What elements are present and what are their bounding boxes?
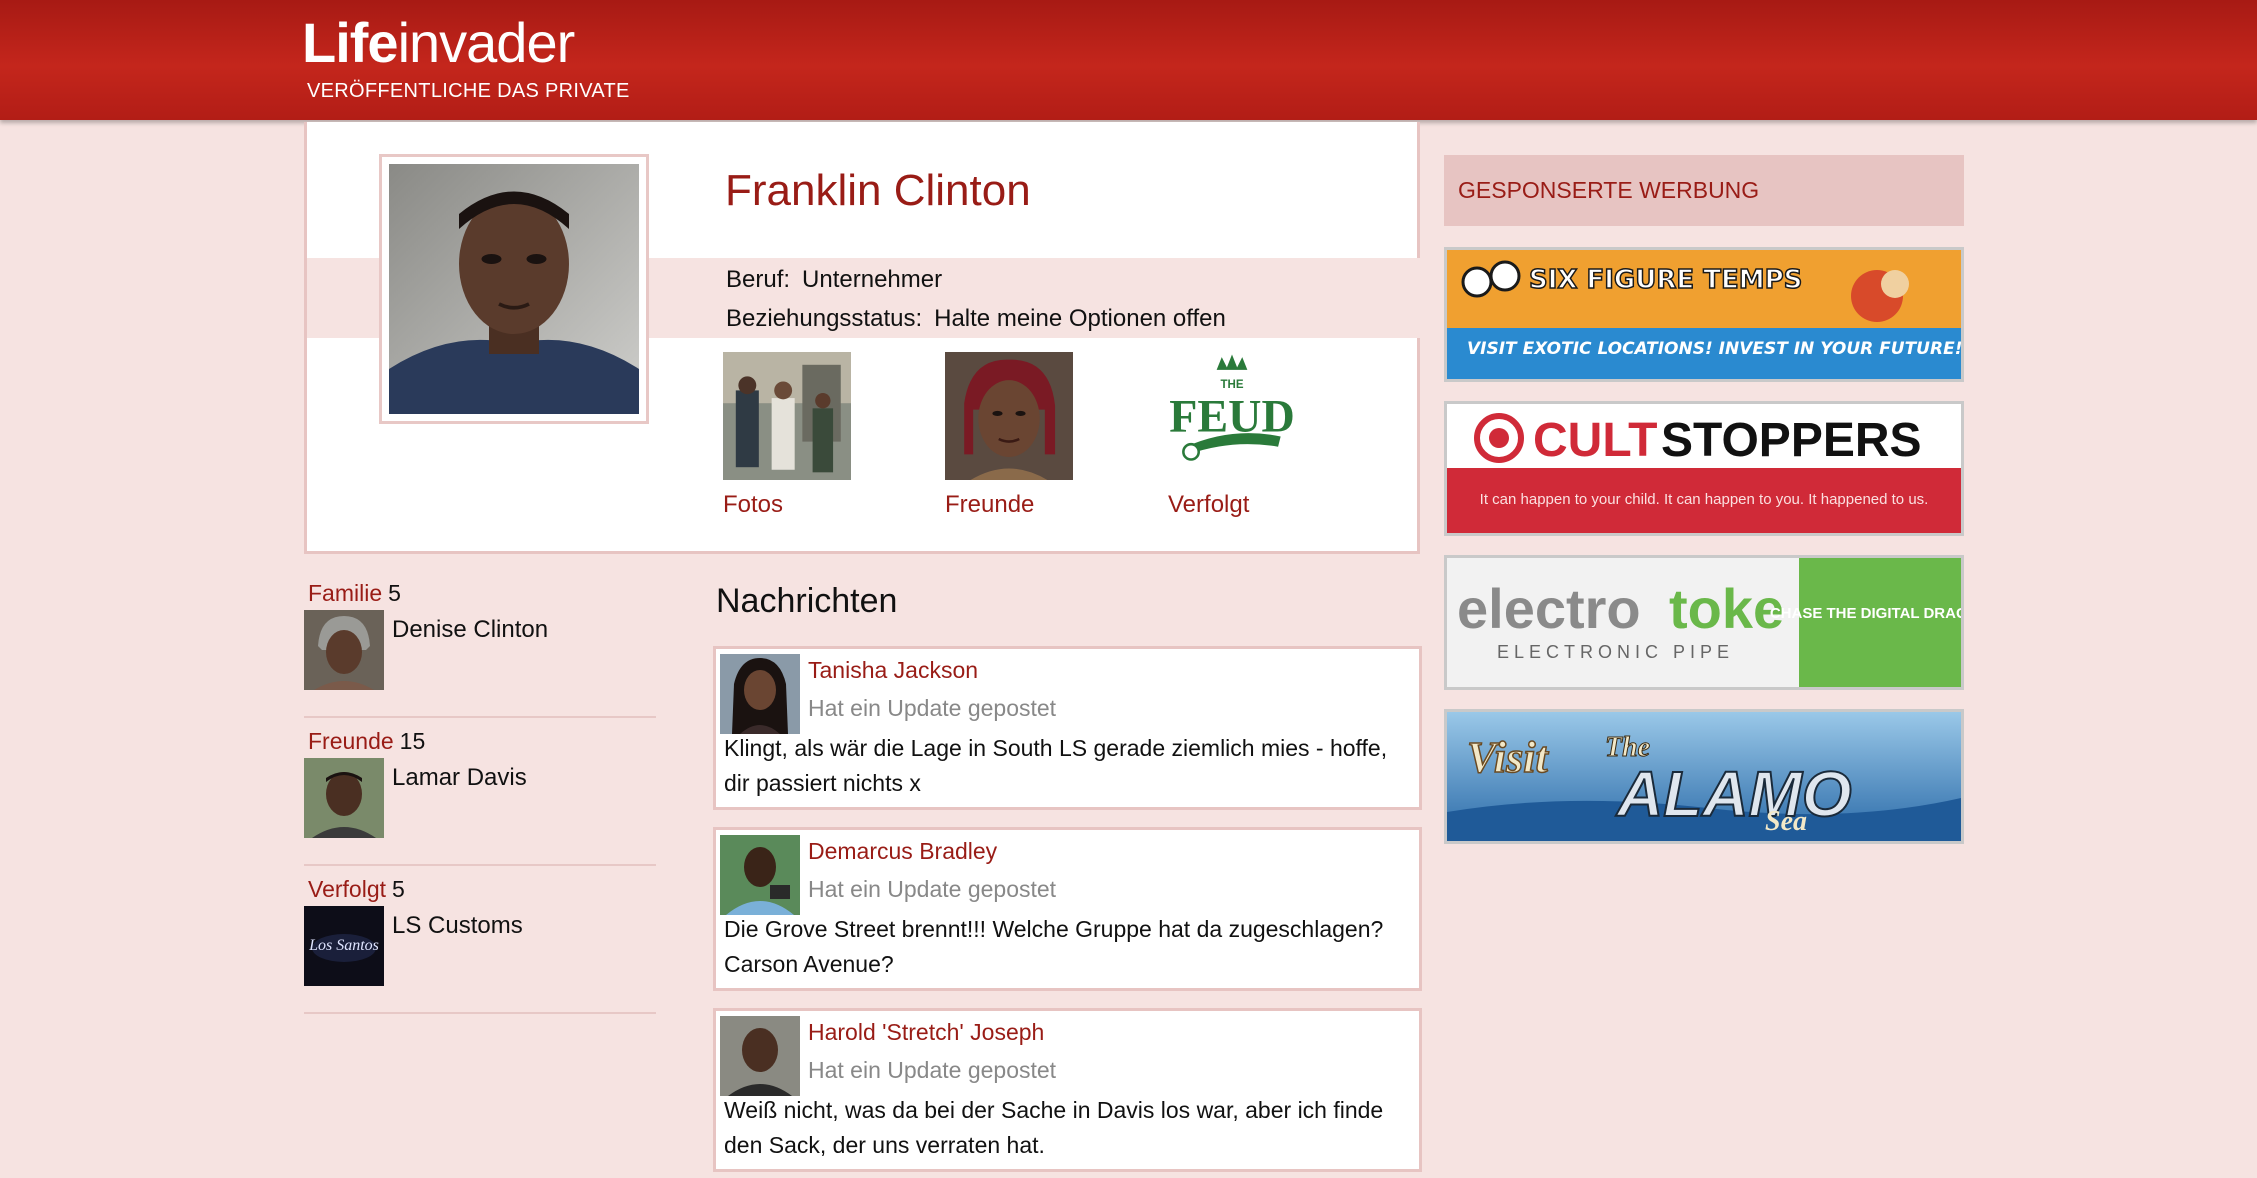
feud-baseball-logo: THE FEUD	[1168, 352, 1296, 480]
cultstoppers-banner: CULT STOPPERS It can happen to your chil…	[1447, 404, 1961, 533]
relationship-field: Beziehungsstatus: Halte meine Optionen of…	[726, 305, 1226, 333]
group-following-heading[interactable]: Verfolgt 5	[308, 876, 405, 903]
message-card: Tanisha Jackson Hat ein Update gepostet …	[713, 646, 1422, 810]
relationship-value: Halte meine Optionen offen	[934, 305, 1226, 332]
message-author[interactable]: Tanisha Jackson	[808, 657, 978, 684]
message-author[interactable]: Demarcus Bradley	[808, 838, 997, 865]
tagline: VERÖFFENTLICHE DAS PRIVATE	[307, 80, 630, 102]
group-friends: Freunde 15 Lamar Davis	[304, 718, 656, 866]
ad3-side: CHASE THE DIGITAL DRAGON	[1770, 605, 1961, 622]
ad1-line1: SIX FIGURE TEMPS	[1529, 265, 1802, 295]
demarcus-avatar[interactable]	[720, 835, 800, 915]
photos-thumbnail	[723, 352, 851, 480]
ad3-electro: electro	[1457, 577, 1641, 640]
message-card: Harold 'Stretch' Joseph Hat ein Update g…	[713, 1008, 1422, 1172]
member-ls-customs[interactable]: LS Customs	[392, 912, 523, 940]
friends-thumbnail	[945, 352, 1073, 480]
alamo-sea-banner: Visit The ALAMO Sea	[1447, 712, 1961, 841]
tile-friends-label: Freunde	[945, 491, 1035, 518]
message-subtitle: Hat ein Update gepostet	[808, 695, 1057, 721]
ad2-stoppers: STOPPERS	[1661, 414, 1922, 467]
ad2-cult: CULT	[1533, 414, 1657, 467]
message-text: Klingt, als wär die Lage in South LS ger…	[724, 735, 1388, 796]
stretch-avatar[interactable]	[720, 1016, 800, 1096]
top-bar: Lifeinvader VERÖFFENTLICHE DAS PRIVATE	[0, 0, 2257, 120]
message-author[interactable]: Harold 'Stretch' Joseph	[808, 1019, 1044, 1046]
ad4-alamo: ALAMO	[1615, 758, 1852, 830]
svg-text:THE: THE	[1220, 379, 1243, 391]
profile-name: Franklin Clinton	[725, 166, 1031, 215]
denise-avatar[interactable]	[304, 610, 384, 690]
message-subtitle: Hat ein Update gepostet	[808, 1057, 1057, 1083]
message-text: Die Grove Street brennt!!! Welche Gruppe…	[724, 916, 1384, 977]
logo-bold: Life	[302, 11, 399, 74]
group-friends-title: Freunde	[308, 728, 394, 754]
tile-photos[interactable]: Fotos	[723, 352, 923, 519]
ad-electrotoke[interactable]: electro toke ELECTRONIC PIPE CHASE THE D…	[1444, 555, 1964, 690]
ad4-visit: Visit	[1467, 733, 1549, 782]
svg-text:FEUD: FEUD	[1169, 390, 1294, 441]
group-family-title: Familie	[308, 580, 383, 606]
group-family-count: 5	[388, 580, 401, 606]
electrotoke-banner: electro toke ELECTRONIC PIPE CHASE THE D…	[1447, 558, 1961, 687]
profile-card: Franklin Clinton Beruf: Unternehmer Bezie…	[304, 122, 1420, 554]
messages-title: Nachrichten	[716, 582, 898, 620]
tile-photos-label: Fotos	[723, 491, 784, 518]
member-denise-clinton[interactable]: Denise Clinton	[392, 616, 548, 644]
profile-photo	[389, 164, 639, 414]
relationship-label: Beziehungsstatus:	[726, 305, 923, 332]
ad-six-figure-temps[interactable]: SIX FIGURE TEMPS VISIT EXOTIC LOCATIONS!…	[1444, 247, 1964, 382]
tile-friends[interactable]: Freunde	[945, 352, 1145, 519]
ad3-toke: toke	[1669, 577, 1784, 640]
group-following-count: 5	[392, 876, 405, 902]
logo-light: invader	[397, 11, 576, 74]
ad2-line2: It can happen to your child. It can happ…	[1480, 491, 1929, 508]
tile-following[interactable]: THE FEUD Verfolgt	[1168, 352, 1368, 519]
group-following-title: Verfolgt	[308, 876, 386, 902]
group-friends-count: 15	[399, 728, 426, 754]
ls-customs-logo[interactable]: Los Santos	[304, 906, 384, 986]
member-lamar-davis[interactable]: Lamar Davis	[392, 764, 527, 792]
ad-alamo-sea[interactable]: Visit The ALAMO Sea	[1444, 709, 1964, 844]
job-label: Beruf:	[726, 266, 791, 293]
group-following: Verfolgt 5 Los Santos LS Customs	[304, 866, 656, 1014]
six-figure-temps-banner: SIX FIGURE TEMPS VISIT EXOTIC LOCATIONS!…	[1447, 250, 1961, 379]
tanisha-avatar[interactable]	[720, 654, 800, 734]
group-friends-heading[interactable]: Freunde 15	[308, 728, 425, 755]
group-family-heading[interactable]: Familie 5	[308, 580, 401, 607]
ad1-line2: VISIT EXOTIC LOCATIONS! INVEST IN YOUR F…	[1467, 339, 1961, 359]
job-value: Unternehmer	[802, 266, 943, 293]
message-text: Weiß nicht, was da bei der Sache in Davi…	[724, 1097, 1384, 1158]
lamar-avatar[interactable]	[304, 758, 384, 838]
profile-avatar[interactable]	[379, 154, 649, 424]
ad3-line2: ELECTRONIC PIPE	[1497, 642, 1734, 662]
ad4-sea: Sea	[1765, 806, 1807, 837]
message-subtitle: Hat ein Update gepostet	[808, 876, 1057, 902]
lifeinvader-logo[interactable]: Lifeinvader	[302, 10, 576, 75]
ad-cultstoppers[interactable]: CULT STOPPERS It can happen to your chil…	[1444, 401, 1964, 536]
job-field: Beruf: Unternehmer	[726, 266, 942, 294]
sponsored-heading: GESPONSERTE WERBUNG	[1444, 155, 1964, 226]
message-card: Demarcus Bradley Hat ein Update gepostet…	[713, 827, 1422, 991]
tile-following-label: Verfolgt	[1168, 491, 1250, 518]
group-family: Familie 5 Denise Clinton	[304, 570, 656, 718]
svg-text:Los Santos: Los Santos	[308, 937, 379, 954]
